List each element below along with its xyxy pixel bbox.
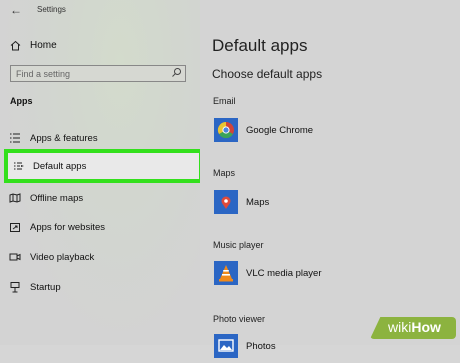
wikihow-watermark: wikiHow	[370, 317, 456, 339]
default-apps-icon	[14, 162, 24, 170]
home-label: Home	[30, 39, 57, 51]
app-name: Google Chrome	[246, 124, 314, 136]
vlc-icon	[214, 261, 238, 285]
default-app-photo-viewer[interactable]: Photos	[214, 333, 276, 359]
external-link-icon	[10, 223, 20, 232]
sidebar-item-label: Offline maps	[30, 192, 84, 204]
sidebar-item-label: Apps & features	[30, 132, 98, 144]
video-icon	[9, 253, 21, 261]
sidebar-item-label: Apps for websites	[30, 221, 105, 233]
category-label-email: Email	[213, 96, 236, 106]
watermark-how: How	[411, 319, 441, 335]
category-label-maps: Maps	[213, 168, 236, 178]
sidebar-item-offline-maps[interactable]: Offline maps	[0, 183, 200, 213]
sidebar-item-label: Startup	[30, 281, 61, 293]
section-heading: Choose default apps	[212, 67, 323, 81]
category-label-photo-viewer: Photo viewer	[213, 314, 266, 324]
sidebar-item-video-playback[interactable]: Video playback	[0, 242, 200, 272]
search-input[interactable]	[16, 67, 166, 80]
watermark-wiki: wiki	[388, 319, 412, 335]
sidebar-item-apps-for-websites[interactable]: Apps for websites	[0, 212, 200, 242]
home-icon	[10, 40, 21, 50]
chrome-icon	[214, 118, 238, 142]
section-label-apps: Apps	[10, 96, 33, 106]
sidebar-item-label: Default apps	[33, 160, 87, 172]
app-name: Maps	[246, 196, 270, 208]
main-content: Default apps Choose default apps Email G…	[200, 0, 460, 358]
sidebar-item-default-apps[interactable]: Default apps	[4, 149, 203, 183]
app-name: VLC media player	[246, 267, 322, 279]
list-icon	[10, 133, 20, 143]
search-box[interactable]	[10, 65, 186, 82]
startup-icon	[10, 282, 20, 293]
maps-icon	[214, 190, 238, 214]
search-icon[interactable]	[171, 67, 182, 78]
photos-icon	[214, 334, 238, 358]
category-label-music-player: Music player	[213, 240, 264, 250]
default-app-music-player[interactable]: VLC media player	[214, 260, 322, 286]
window-title: Settings	[37, 5, 66, 14]
map-icon	[9, 193, 21, 203]
app-name: Photos	[246, 340, 276, 352]
sidebar-item-startup[interactable]: Startup	[0, 272, 200, 302]
back-arrow-icon[interactable]: ←	[10, 3, 22, 17]
default-app-maps[interactable]: Maps	[214, 189, 269, 215]
default-app-email[interactable]: Google Chrome	[214, 117, 313, 143]
home-link[interactable]: Home	[10, 38, 57, 52]
title-bar: ← Settings	[0, 0, 200, 22]
page-title: Default apps	[212, 36, 308, 55]
sidebar-item-label: Video playback	[30, 251, 95, 263]
sidebar: ← Settings Home Apps Apps & features D	[0, 0, 203, 345]
